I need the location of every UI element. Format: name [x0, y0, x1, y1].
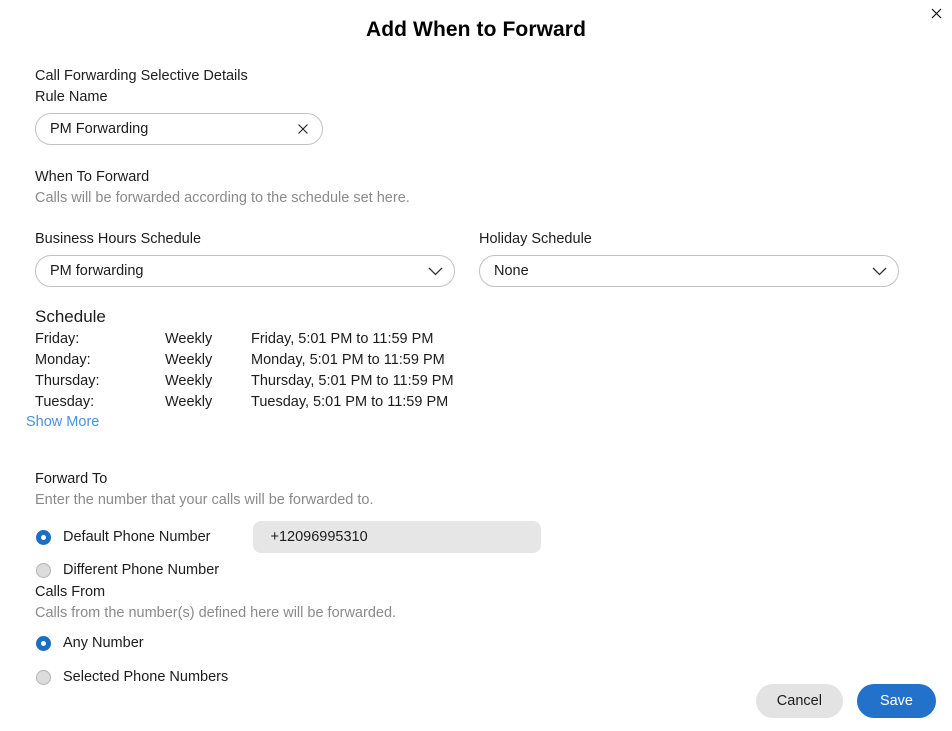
- show-more-link[interactable]: Show More: [26, 414, 99, 430]
- table-row: Tuesday: Weekly Tuesday, 5:01 PM to 11:5…: [35, 392, 917, 413]
- calls-from-heading: Calls From: [35, 584, 106, 600]
- table-row: Monday: Weekly Monday, 5:01 PM to 11:59 …: [35, 350, 917, 371]
- chevron-down-icon: [864, 267, 894, 276]
- schedule-section: Schedule Friday: Weekly Friday, 5:01 PM …: [0, 305, 952, 431]
- dialog-footer: Cancel Save: [0, 684, 952, 718]
- business-hours-label: Business Hours Schedule: [35, 231, 202, 247]
- calls-from-any-number-option[interactable]: Any Number: [35, 635, 917, 651]
- business-hours-schedule-group: Business Hours Schedule PM forwarding: [35, 229, 455, 287]
- radio-any-number[interactable]: [36, 635, 51, 651]
- forward-to-description: Enter the number that your calls will be…: [35, 492, 374, 508]
- forward-to-heading: Forward To: [35, 471, 108, 487]
- when-to-forward-heading: When To Forward: [35, 169, 150, 185]
- schedule-detail: Monday, 5:01 PM to 11:59 PM: [251, 352, 445, 368]
- schedule-frequency: Weekly: [165, 331, 213, 347]
- schedule-heading: Schedule: [35, 307, 106, 326]
- schedule-detail: Friday, 5:01 PM to 11:59 PM: [251, 331, 434, 347]
- forward-to-default-option[interactable]: Default Phone Number +12096995310: [35, 521, 917, 553]
- calls-from-section: Calls From Calls from the number(s) defi…: [0, 582, 952, 685]
- calls-from-option-label[interactable]: Any Number: [63, 635, 144, 651]
- radio-different-phone-number[interactable]: [36, 562, 51, 578]
- holiday-schedule-value: None: [494, 263, 529, 279]
- default-phone-number-value: +12096995310: [270, 529, 368, 545]
- schedule-day: Monday:: [35, 352, 91, 368]
- details-section: Call Forwarding Selective Details Rule N…: [0, 66, 952, 145]
- rule-name-label: Rule Name: [35, 89, 108, 105]
- radio-default-phone-number[interactable]: [36, 529, 51, 545]
- schedule-frequency: Weekly: [165, 352, 213, 368]
- schedule-frequency: Weekly: [165, 394, 213, 410]
- chevron-down-icon: [420, 267, 450, 276]
- table-row: Friday: Weekly Friday, 5:01 PM to 11:59 …: [35, 329, 917, 350]
- business-hours-select[interactable]: PM forwarding: [35, 255, 455, 287]
- forward-to-option-label[interactable]: Default Phone Number: [63, 529, 211, 545]
- schedule-day: Thursday:: [35, 373, 100, 389]
- schedule-detail: Tuesday, 5:01 PM to 11:59 PM: [251, 394, 449, 410]
- forward-to-different-option[interactable]: Different Phone Number: [35, 562, 917, 578]
- table-row: Thursday: Weekly Thursday, 5:01 PM to 11…: [35, 371, 917, 392]
- forward-to-section: Forward To Enter the number that your ca…: [0, 469, 952, 578]
- schedule-detail: Thursday, 5:01 PM to 11:59 PM: [251, 373, 454, 389]
- schedule-day: Tuesday:: [35, 394, 95, 410]
- calls-from-description: Calls from the number(s) defined here wi…: [35, 605, 397, 621]
- when-to-forward-description: Calls will be forwarded according to the…: [35, 190, 410, 206]
- schedule-day: Friday:: [35, 331, 80, 347]
- clear-icon[interactable]: [290, 116, 316, 142]
- holiday-schedule-label: Holiday Schedule: [479, 231, 592, 247]
- holiday-schedule-group: Holiday Schedule None: [479, 229, 899, 287]
- calls-from-selected-numbers-option[interactable]: Selected Phone Numbers: [35, 669, 917, 685]
- schedule-selectors-row: Business Hours Schedule PM forwarding Ho…: [35, 229, 917, 287]
- default-phone-number-field: +12096995310: [252, 521, 541, 553]
- save-button[interactable]: Save: [856, 684, 936, 718]
- details-section-label: Call Forwarding Selective Details: [35, 68, 248, 84]
- rule-name-field[interactable]: [35, 113, 323, 145]
- holiday-schedule-select[interactable]: None: [479, 255, 899, 287]
- when-to-forward-section: When To Forward Calls will be forwarded …: [0, 167, 952, 287]
- page-title: Add When to Forward: [365, 18, 587, 41]
- schedule-frequency: Weekly: [165, 373, 213, 389]
- radio-selected-phone-numbers[interactable]: [36, 669, 51, 685]
- calls-from-option-label[interactable]: Selected Phone Numbers: [63, 669, 228, 685]
- cancel-button[interactable]: Cancel: [755, 684, 843, 718]
- rule-name-input[interactable]: [36, 120, 290, 138]
- business-hours-value: PM forwarding: [50, 263, 144, 279]
- forward-to-option-label[interactable]: Different Phone Number: [63, 562, 219, 578]
